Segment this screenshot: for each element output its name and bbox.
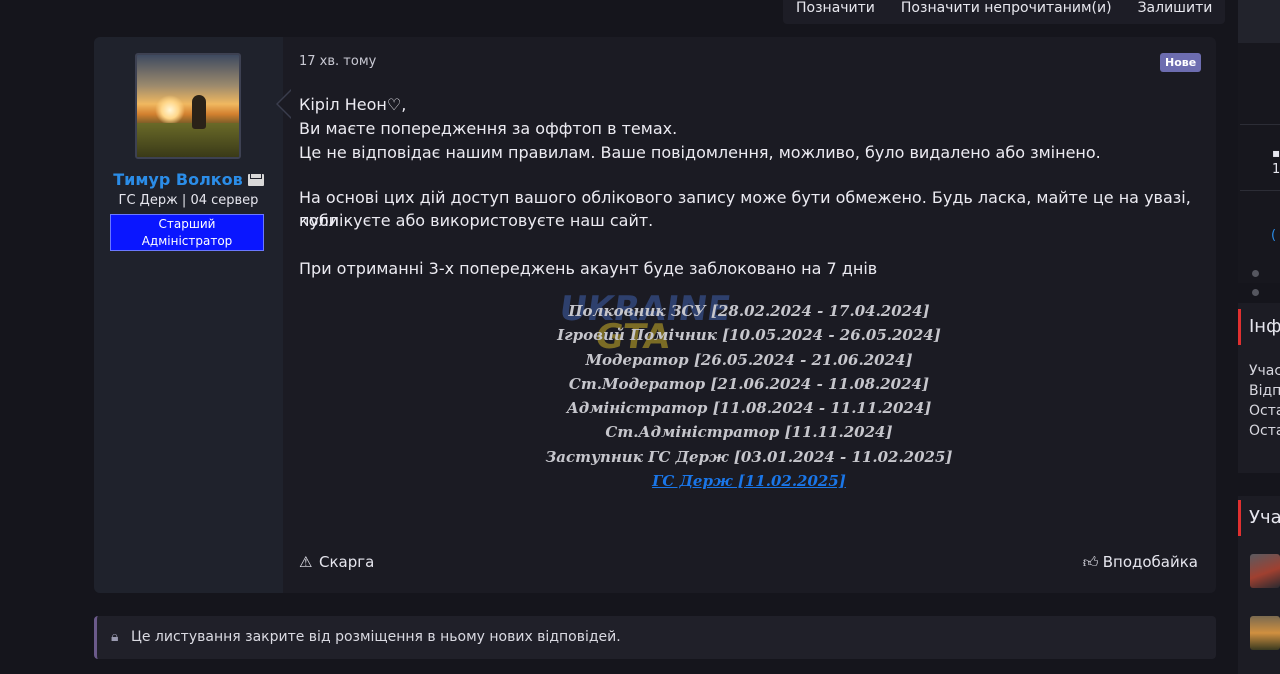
sidebar-panel-row: Учас [1249, 363, 1280, 379]
message-line: публікуєте або використовуєте наш сайт. [299, 211, 654, 230]
carousel-dot[interactable] [1252, 270, 1259, 277]
sidebar-panel-title: Інф [1238, 309, 1280, 345]
post-time[interactable]: 17 хв. тому [299, 54, 376, 69]
closed-notice-text: Це листування закрите від розміщення в н… [131, 629, 621, 645]
thread-closed-notice: 🔒︎ Це листування закрите від розміщення в… [94, 616, 1216, 659]
message-line: Ви маєте попередження за оффтоп в темах. [299, 119, 678, 138]
sidebar-panel-row: Оста [1249, 403, 1280, 419]
role-badge: Старший Адміністратор [110, 214, 264, 251]
lock-icon: 🔒︎ [111, 629, 119, 645]
career-entry: Ст.Модератор [21.06.2024 - 11.08.2024] [568, 374, 930, 393]
mark-button[interactable]: Позначити [783, 0, 888, 24]
message-line: Кіріл Неон♡, [299, 95, 407, 114]
participant-avatar[interactable] [1250, 616, 1280, 650]
warning-icon: ⚠ [299, 553, 313, 571]
participant-avatar[interactable] [1250, 554, 1280, 588]
sidebar-panel-row: Оста [1249, 423, 1280, 439]
message-line: При отриманні 3-х попереджень акаунт буд… [299, 259, 878, 278]
role-line-2: Адміністратор [141, 234, 233, 248]
new-badge: Нове [1160, 53, 1202, 72]
sidebar-divider [1240, 124, 1280, 125]
post-arrow [276, 89, 292, 119]
username-link[interactable]: Тимур Волков [113, 170, 243, 189]
mark-unread-button[interactable]: Позначити непрочитаним(и) [888, 0, 1125, 24]
avatar-figure [192, 95, 206, 129]
leave-button[interactable]: Залишити [1125, 0, 1226, 24]
career-entry: Ігровий Помічник [10.05.2024 - 26.05.202… [557, 326, 941, 345]
user-info-column: Тимур Волков ГС Держ | 04 сервер Старший… [94, 37, 283, 593]
sidebar-panel-row: Відп [1249, 383, 1280, 399]
career-entry: Заступник ГС Держ [03.01.2024 - 11.02.20… [545, 447, 953, 466]
sidebar-panel-title: Уча [1238, 500, 1280, 536]
career-entry: Адміністратор [11.08.2024 - 11.11.2024] [566, 399, 932, 418]
career-entry: Модератор [26.05.2024 - 21.06.2024] [585, 350, 913, 369]
message-post: Тимур Волков ГС Держ | 04 сервер Старший… [94, 37, 1216, 593]
career-entry: Ст.Адміністратор [11.11.2024] [605, 423, 893, 442]
thread-toolbar: Позначити Позначити непрочитаним(и) Зали… [783, 0, 1226, 24]
report-button[interactable]: ⚠ Скарга [299, 553, 374, 571]
career-entry-current[interactable]: ГС Держ [11.02.2025] [494, 469, 1004, 493]
role-line-1: Старший [158, 217, 216, 231]
sidebar-link[interactable]: ( [1271, 228, 1276, 243]
carousel-dot[interactable] [1252, 289, 1259, 296]
sidebar-stat-icon: ▪ [1272, 146, 1280, 160]
avatar[interactable] [135, 53, 241, 159]
message-line: Це не відповідає нашим правилам. Ваше по… [299, 143, 1101, 162]
like-label: Вподобайка [1102, 553, 1198, 571]
avatar-grass [137, 123, 239, 157]
career-entry: Полковник ЗСУ [28.02.2024 - 17.04.2024] [568, 302, 930, 320]
user-title: ГС Держ | 04 сервер [118, 193, 259, 208]
sidebar-divider [1240, 190, 1280, 191]
thumbs-up-icon: 👍︎ [1082, 553, 1099, 571]
sidebar-info-panel: Інф Учас Відп Оста Оста [1238, 303, 1280, 473]
carousel-dots [1252, 262, 1280, 300]
career-history: Полковник ЗСУ [28.02.2024 - 17.04.2024] … [494, 299, 1004, 493]
username-row: Тимур Волков [94, 170, 283, 189]
sidebar-stat-value: 1 [1272, 162, 1280, 177]
report-label: Скарга [319, 553, 375, 571]
like-button[interactable]: 👍︎ Вподобайка [1083, 553, 1198, 572]
sidebar-header [1238, 0, 1280, 44]
avatar-sun [155, 95, 185, 125]
mail-icon[interactable] [247, 174, 264, 186]
